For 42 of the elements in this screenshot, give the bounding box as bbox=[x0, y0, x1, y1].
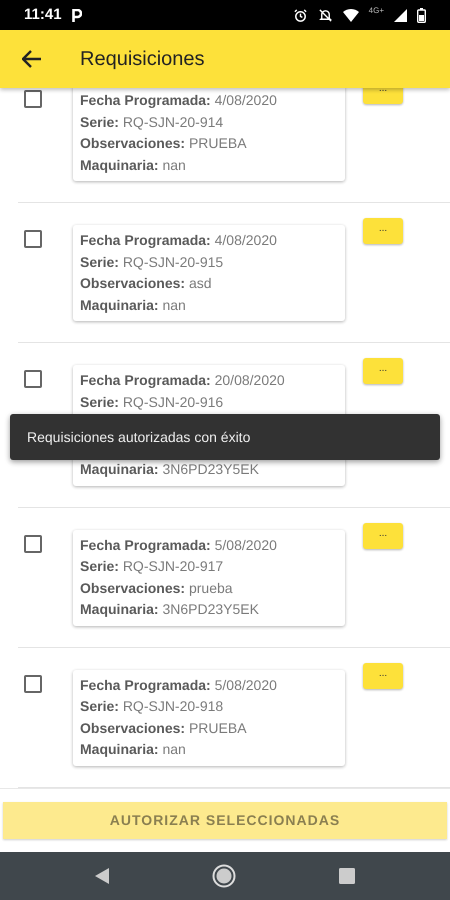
field-text: Serie: RQ-SJN-20-917 bbox=[80, 557, 224, 576]
more-button[interactable]: ... bbox=[363, 662, 403, 688]
field-text: Serie: RQ-SJN-20-918 bbox=[80, 697, 224, 716]
field-text: Observaciones: PRUEBA bbox=[80, 134, 247, 153]
page-title: Requisiciones bbox=[80, 47, 205, 72]
field-text: Serie: RQ-SJN-20-915 bbox=[80, 252, 224, 272]
field-text: Maquinaria: 3N6PD23Y5EK bbox=[80, 600, 259, 619]
back-icon[interactable] bbox=[95, 868, 109, 884]
home-icon[interactable] bbox=[212, 864, 236, 888]
more-button[interactable]: ... bbox=[363, 358, 403, 384]
parking-icon bbox=[72, 8, 82, 22]
signal-icon bbox=[394, 8, 407, 22]
battery-icon bbox=[417, 8, 426, 22]
field-text: Observaciones: prueba bbox=[80, 578, 233, 598]
checkbox[interactable] bbox=[24, 90, 42, 108]
field-text: Maquinaria: 3N6PD23Y5EK bbox=[80, 460, 259, 479]
field-text: Serie: RQ-SJN-20-916 bbox=[80, 392, 224, 412]
field-text: Fecha Programada: 20/08/2020 bbox=[80, 371, 285, 390]
field-text: Serie: RQ-SJN-20-914 bbox=[80, 112, 224, 132]
wifi-icon bbox=[342, 8, 359, 22]
muted-bell-icon bbox=[318, 8, 333, 22]
network-label: 4G+ bbox=[368, 5, 384, 17]
field-text: Observaciones: PRUEBA bbox=[80, 718, 247, 738]
checkbox[interactable] bbox=[24, 534, 42, 552]
field-text: Fecha Programada: 4/08/2020 bbox=[80, 91, 277, 110]
field-text: Observaciones: asd bbox=[80, 274, 212, 293]
checkbox[interactable] bbox=[24, 230, 42, 248]
checkbox[interactable] bbox=[24, 674, 42, 692]
checkbox[interactable] bbox=[24, 370, 42, 388]
alarm-icon bbox=[292, 8, 308, 22]
toast-message: Requisiciones autorizadas con éxito bbox=[27, 428, 250, 447]
more-button[interactable]: ... bbox=[363, 522, 403, 548]
field-text: Maquinaria: nan bbox=[80, 156, 186, 175]
field-text: Fecha Programada: 5/08/2020 bbox=[80, 536, 277, 555]
time: 11:41 bbox=[24, 4, 62, 25]
field-text: Maquinaria: nan bbox=[80, 740, 186, 759]
back-arrow-icon bbox=[22, 50, 42, 68]
more-button[interactable]: ... bbox=[363, 88, 403, 104]
field-text: Fecha Programada: 5/08/2020 bbox=[80, 676, 277, 695]
field-text: Maquinaria: nan bbox=[80, 296, 186, 315]
field-text: Fecha Programada: 4/08/2020 bbox=[80, 231, 277, 250]
more-button[interactable]: ... bbox=[363, 218, 403, 244]
